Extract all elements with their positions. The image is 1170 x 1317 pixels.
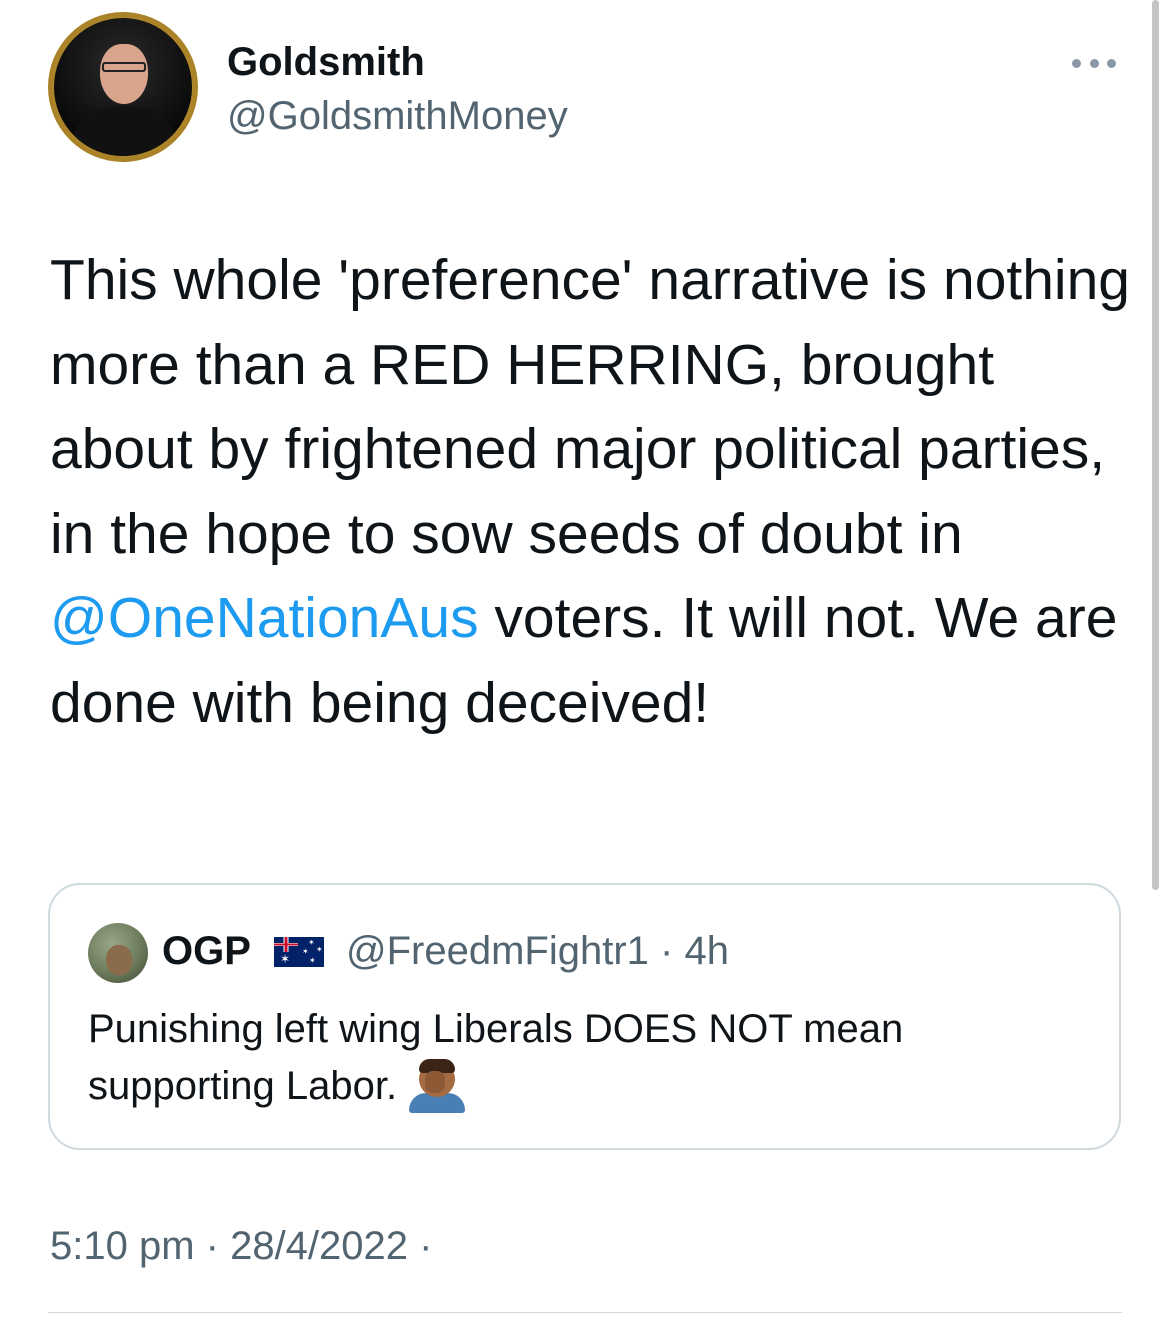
quoted-tweet-card[interactable]: OGP ✶ ✶ ✶ ✶ ✶ @FreedmFightr1 · 4h Punish… — [48, 883, 1121, 1150]
flag-star: ✶ — [280, 952, 291, 966]
emoji-hand — [425, 1071, 446, 1093]
more-dot — [1072, 58, 1081, 68]
quoted-tweet-text: Punishing left wing Liberals DOES NOT me… — [88, 1001, 1088, 1115]
mention-link[interactable]: @OneNationAus — [50, 586, 479, 650]
quoted-author-handle-time: @FreedmFightr1 · 4h — [346, 929, 729, 973]
scrollbar[interactable] — [1152, 0, 1159, 890]
avatar-glasses — [102, 62, 146, 72]
australia-flag-icon: ✶ ✶ ✶ ✶ ✶ — [274, 937, 324, 967]
man-facepalming-icon — [409, 1059, 466, 1113]
more-dot — [1107, 58, 1116, 68]
avatar-face — [100, 44, 148, 104]
author-avatar[interactable] — [48, 12, 198, 162]
quoted-author-avatar[interactable] — [88, 923, 148, 983]
more-options-icon[interactable] — [1072, 58, 1116, 68]
flag-star: ✶ — [308, 938, 315, 947]
author-name[interactable]: Goldsmith — [227, 40, 425, 85]
tweet-text-before-mention: This whole 'preference' narrative is not… — [50, 248, 1130, 566]
flag-star: ✶ — [309, 956, 316, 965]
tweet-timestamp[interactable]: 5:10 pm · 28/4/2022 · — [50, 1224, 432, 1269]
divider — [48, 1312, 1122, 1313]
quoted-tweet-text-content: Punishing left wing Liberals DOES NOT me… — [88, 1007, 904, 1108]
quoted-author-name: OGP — [162, 929, 251, 973]
author-handle[interactable]: @GoldsmithMoney — [227, 94, 568, 139]
avatar-body — [74, 106, 174, 156]
author-avatar-photo — [54, 18, 192, 156]
tweet-text: This whole 'preference' narrative is not… — [50, 238, 1130, 745]
flag-star: ✶ — [316, 945, 323, 954]
more-dot — [1089, 58, 1099, 68]
flag-star: ✶ — [302, 947, 309, 956]
flag-union-jack — [274, 937, 298, 952]
